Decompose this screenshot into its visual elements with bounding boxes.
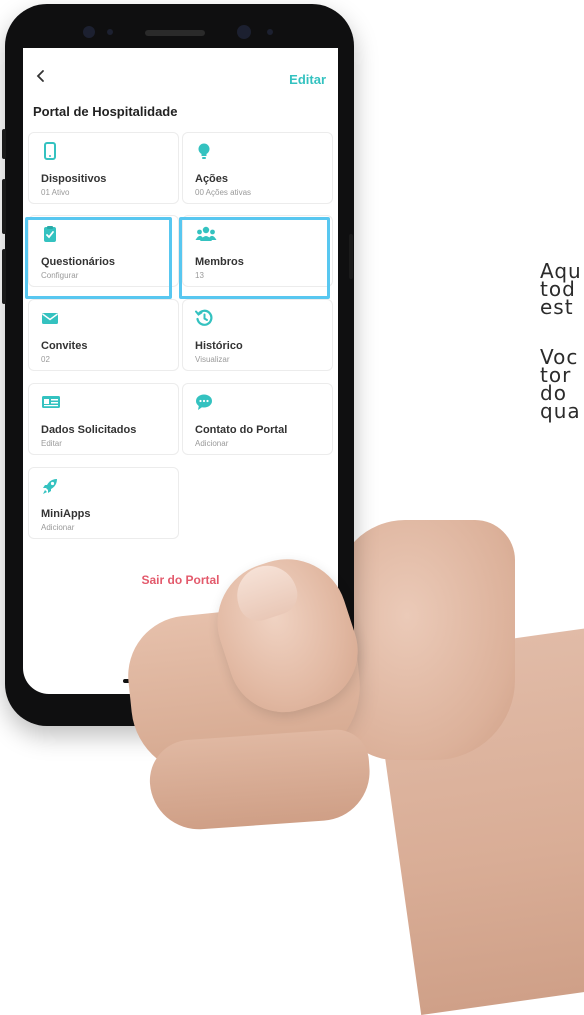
speaker-grille (145, 30, 205, 36)
tile-title: Ações (195, 173, 229, 185)
tile-subtitle: Adicionar (195, 439, 229, 448)
tile-members[interactable]: Membros 13 (182, 215, 333, 287)
tile-subtitle: 01 Ativo (41, 188, 70, 197)
tile-title: MiniApps (41, 508, 91, 520)
phone-side-button (349, 234, 353, 279)
tile-history[interactable]: Histórico Visualizar (182, 299, 333, 371)
side-line: est (540, 295, 574, 319)
tile-subtitle: Visualizar (195, 355, 230, 364)
tile-devices[interactable]: Dispositivos 01 Ativo (28, 132, 179, 204)
tile-title: Questionários (41, 256, 115, 268)
side-description: Aqu tod est Voc tor do qua (540, 261, 584, 452)
tile-title: Histórico (195, 340, 243, 352)
tile-subtitle: 02 (41, 355, 50, 364)
tile-requested-data[interactable]: Dados Solicitados Editar (28, 383, 179, 455)
clipboard-check-icon (44, 226, 56, 242)
tile-subtitle: Adicionar (41, 523, 75, 532)
sensor-icon (107, 29, 113, 35)
id-card-icon (42, 396, 60, 408)
tile-subtitle: Configurar (41, 271, 79, 280)
phone-icon (44, 142, 56, 160)
envelope-icon (42, 313, 58, 324)
chat-bubble-icon (196, 394, 212, 410)
phone-side-button (2, 129, 6, 159)
sensor-icon (83, 26, 95, 38)
hand-palm (335, 520, 515, 760)
tile-subtitle: 13 (195, 271, 204, 280)
tile-subtitle: Editar (41, 439, 62, 448)
tile-portal-contact[interactable]: Contato do Portal Adicionar (182, 383, 333, 455)
tile-title: Contato do Portal (195, 424, 288, 436)
phone-top-bezel (27, 18, 332, 48)
side-line: qua (540, 399, 581, 423)
side-paragraph-1: Aqu tod est (540, 261, 584, 319)
tile-title: Membros (195, 256, 244, 268)
tile-actions[interactable]: Ações 00 Ações ativas (182, 132, 333, 204)
tile-title: Dispositivos (41, 173, 107, 185)
tile-title: Convites (41, 340, 88, 352)
hand-fingers-lower (147, 727, 373, 833)
tile-miniapps[interactable]: MiniApps Adicionar (28, 467, 179, 539)
rocket-icon (43, 479, 57, 494)
lightbulb-icon (198, 143, 210, 159)
side-paragraph-2: Voc tor do qua (540, 347, 584, 423)
phone-side-button (2, 179, 6, 234)
front-camera-icon (237, 25, 251, 39)
tile-subtitle: 00 Ações ativas (195, 188, 252, 197)
sensor-icon (267, 29, 273, 35)
phone-side-button (2, 249, 6, 304)
users-icon (195, 226, 217, 241)
tile-title: Dados Solicitados (41, 424, 137, 436)
history-icon (195, 309, 213, 326)
tile-invites[interactable]: Convites 02 (28, 299, 179, 371)
tile-questionnaires[interactable]: Questionários Configurar (28, 215, 179, 287)
